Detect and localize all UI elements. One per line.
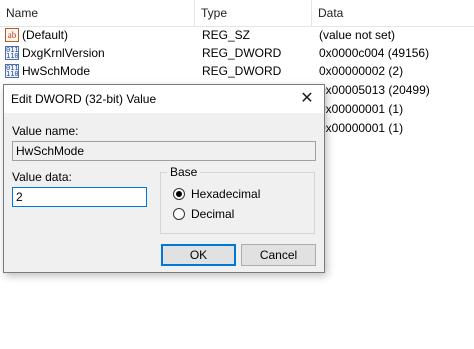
- row-data: (value not set): [319, 28, 396, 42]
- column-header-data[interactable]: Data: [312, 0, 474, 26]
- hexadecimal-label[interactable]: Hexadecimal: [191, 187, 260, 201]
- row-data: 0x00000001 (1): [319, 102, 404, 116]
- value-name-label: Value name:: [12, 124, 79, 138]
- dialog-body: Value name: Value data: Base Hexadecimal…: [4, 113, 324, 272]
- ok-button[interactable]: OK: [161, 244, 236, 266]
- base-group: Base Hexadecimal Decimal: [160, 165, 315, 234]
- cancel-button[interactable]: Cancel: [241, 244, 316, 266]
- list-row[interactable]: ab (Default) REG_SZ (value not set): [0, 26, 474, 45]
- hexadecimal-radio[interactable]: [173, 188, 185, 200]
- value-data-label: Value data:: [12, 170, 72, 184]
- row-name: HwSchMode: [22, 64, 91, 78]
- list-header: Name Type Data: [0, 0, 474, 27]
- value-data-input[interactable]: [12, 187, 147, 207]
- row-data: 0x00000001 (1): [319, 121, 404, 135]
- edit-dword-dialog: Edit DWORD (32-bit) Value ✕ Value name: …: [3, 84, 325, 273]
- row-data: 0x00000002 (2): [319, 64, 404, 78]
- decimal-label[interactable]: Decimal: [191, 207, 234, 221]
- string-value-icon: ab: [5, 28, 19, 42]
- icon-bits-bottom: 110: [6, 52, 19, 60]
- column-header-name[interactable]: Name: [0, 0, 195, 26]
- value-name-field[interactable]: [12, 141, 316, 161]
- icon-bits-bottom: 110: [6, 70, 19, 78]
- row-name: DxgKrnlVersion: [22, 46, 105, 60]
- row-type: REG_SZ: [202, 28, 251, 42]
- binary-value-icon: 011 110: [5, 46, 19, 60]
- row-name: (Default): [22, 28, 69, 42]
- decimal-radio[interactable]: [173, 208, 185, 220]
- row-data: 0x0000c004 (49156): [319, 46, 430, 60]
- list-row[interactable]: 011 110 HwSchMode REG_DWORD 0x00000002 (…: [0, 62, 474, 81]
- row-data: 0x00005013 (20499): [319, 83, 430, 97]
- list-row[interactable]: 011 110 DxgKrnlVersion REG_DWORD 0x0000c…: [0, 44, 474, 63]
- column-header-type[interactable]: Type: [195, 0, 312, 26]
- dialog-titlebar[interactable]: Edit DWORD (32-bit) Value ✕: [4, 85, 324, 113]
- close-icon[interactable]: ✕: [296, 89, 318, 109]
- row-type: REG_DWORD: [202, 64, 282, 78]
- row-type: REG_DWORD: [202, 46, 282, 60]
- binary-value-icon: 011 110: [5, 64, 19, 78]
- dialog-title: Edit DWORD (32-bit) Value: [11, 92, 157, 106]
- base-group-label: Base: [167, 165, 201, 179]
